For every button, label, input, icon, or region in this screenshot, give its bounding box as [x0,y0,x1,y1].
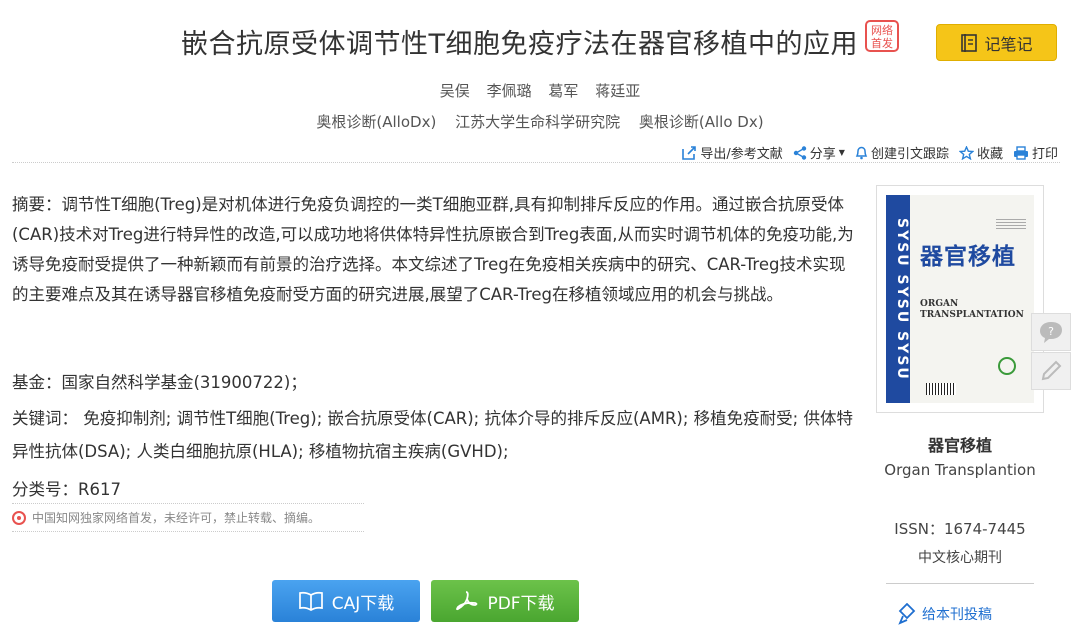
export-icon [682,145,697,160]
pdf-download-label: PDF下载 [487,593,555,614]
journal-cover-image: SYSU SYSU SYSU 器官移植 ORGAN TRANSPLANTATIO… [886,195,1034,403]
export-reference-button[interactable]: 导出/参考文献 [682,143,783,162]
author-link[interactable]: 葛军 [548,82,578,100]
edit-note-button[interactable] [1031,352,1071,390]
journal-cover[interactable]: SYSU SYSU SYSU 器官移植 ORGAN TRANSPLANTATIO… [876,185,1044,413]
share-label: 分享 [809,147,836,162]
cover-english-line-2: TRANSPLANTATION [920,310,1024,320]
cover-logo-icon [998,357,1016,375]
feedback-button[interactable]: ? [1031,313,1071,351]
submit-manuscript-label: 给本刊投稿 [922,607,992,623]
submit-icon [898,603,916,625]
affiliation-list: 奥根诊断(AlloDx) 江苏大学生命科学研究院 奥根诊断(Allo Dx) [0,111,1080,132]
favorite-label: 收藏 [976,147,1003,162]
journal-english-name: Organ Transplantion [884,461,1036,479]
keyword-link[interactable]: 抗体介导的排斥反应(AMR); [485,409,689,428]
classification-label: 分类号： [12,480,78,499]
header-divider [12,162,1060,163]
classification-line: 分类号：R617 [12,476,121,500]
keyword-link[interactable]: 调节性T细胞(Treg); [177,409,323,428]
page-title: 嵌合抗原受体调节性T细胞免疫疗法在器官移植中的应用 [180,29,858,60]
keyword-link[interactable]: 嵌合抗原受体(CAR); [328,409,480,428]
citation-tracking-label: 创建引文跟踪 [870,147,949,162]
question-bubble-icon: ? [1040,322,1062,343]
print-label: 打印 [1031,147,1058,162]
journal-name[interactable]: 器官移植 [876,432,1044,456]
caj-download-label: CAJ下载 [331,593,395,614]
take-note-label: 记笔记 [984,34,1033,54]
notebook-icon [961,33,978,52]
journal-issn: ISSN：1674-7445 [894,520,1026,538]
cover-english-line-1: ORGAN [920,299,959,309]
core-journal-label: 中文核心期刊 [918,550,1002,566]
keyword-link[interactable]: 免疫抑制剂; [83,409,171,428]
abstract-block: 摘要：调节性T细胞(Treg)是对机体进行免疫负调控的一类T细胞亚群,具有抑制排… [12,190,854,310]
affiliation-link[interactable]: 江苏大学生命科学研究院 [455,113,620,131]
classification-code: R617 [78,480,121,499]
citation-tracking-button[interactable]: 创建引文跟踪 [855,143,949,162]
export-reference-label: 导出/参考文献 [700,147,783,162]
cover-side-band: SYSU SYSU SYSU [886,195,910,403]
fund-line: 基金：国家自然科学基金(31900722)； [12,369,307,393]
fund-link[interactable]: 国家自然科学基金(31900722)； [62,373,307,392]
take-note-button[interactable]: 记笔记 [936,24,1057,61]
abstract-text: 调节性T细胞(Treg)是对机体进行免疫负调控的一类T细胞亚群,具有抑制排斥反应… [12,195,854,304]
share-button[interactable]: 分享 ▼ [793,143,845,162]
bell-icon [855,146,868,159]
abstract-label: 摘要： [12,195,62,214]
cover-english-title: ORGAN TRANSPLANTATION [920,299,1024,321]
cover-title: 器官移植 [920,243,1016,270]
pencil-icon [1041,360,1062,381]
article-title-row: 嵌合抗原受体调节性T细胞免疫疗法在器官移植中的应用 网络 首发 [0,19,1080,61]
printer-icon [1013,145,1028,160]
barcode-icon [926,383,956,395]
caret-down-icon: ▼ [838,148,845,157]
target-icon [12,510,26,525]
author-link[interactable]: 吴俣 [440,82,470,100]
journal-divider [886,583,1034,584]
badge-line-2: 首发 [871,36,894,50]
keywords-block: 关键词： 免疫抑制剂; 调节性T细胞(Treg); 嵌合抗原受体(CAR); 抗… [12,402,854,468]
copyright-notice-text: 中国知网独家网络首发，未经许可，禁止转载、摘编。 [32,511,321,525]
affiliation-link[interactable]: 奥根诊断(AlloDx) [316,113,436,131]
pdf-download-button[interactable]: PDF下载 [431,580,579,622]
affiliation-link[interactable]: 奥根诊断(Allo Dx) [639,113,764,131]
copyright-notice: 中国知网独家网络首发，未经许可，禁止转载、摘编。 [12,503,364,532]
author-list: 吴俣 李佩璐 葛军 蒋廷亚 [0,80,1080,101]
keyword-link[interactable]: 人类白细胞抗原(HLA); [136,442,303,461]
author-link[interactable]: 蒋廷亚 [595,82,640,100]
badge-line-1: 网络 [871,23,894,37]
share-icon [793,145,806,160]
print-button[interactable]: 打印 [1013,143,1058,162]
article-toolbar: 导出/参考文献 分享 ▼ 创建引文跟踪 收藏 打印 [682,143,1058,162]
fund-label: 基金： [12,373,62,392]
keyword-link[interactable]: 移植物抗宿主疾病(GVHD); [309,442,509,461]
star-icon [958,145,974,160]
cover-header-lines [996,219,1026,229]
keyword-link[interactable]: 移植免疫耐受; [694,409,799,428]
pdf-icon [456,591,478,611]
caj-download-button[interactable]: CAJ下载 [272,580,420,622]
svg-text:?: ? [1048,325,1054,338]
favorite-button[interactable]: 收藏 [958,143,1003,162]
keywords-label: 关键词： [12,409,78,428]
submit-manuscript-link[interactable]: 给本刊投稿 [898,603,992,625]
book-icon [298,591,323,611]
online-first-badge: 网络 首发 [865,19,900,52]
author-link[interactable]: 李佩璐 [487,82,532,100]
